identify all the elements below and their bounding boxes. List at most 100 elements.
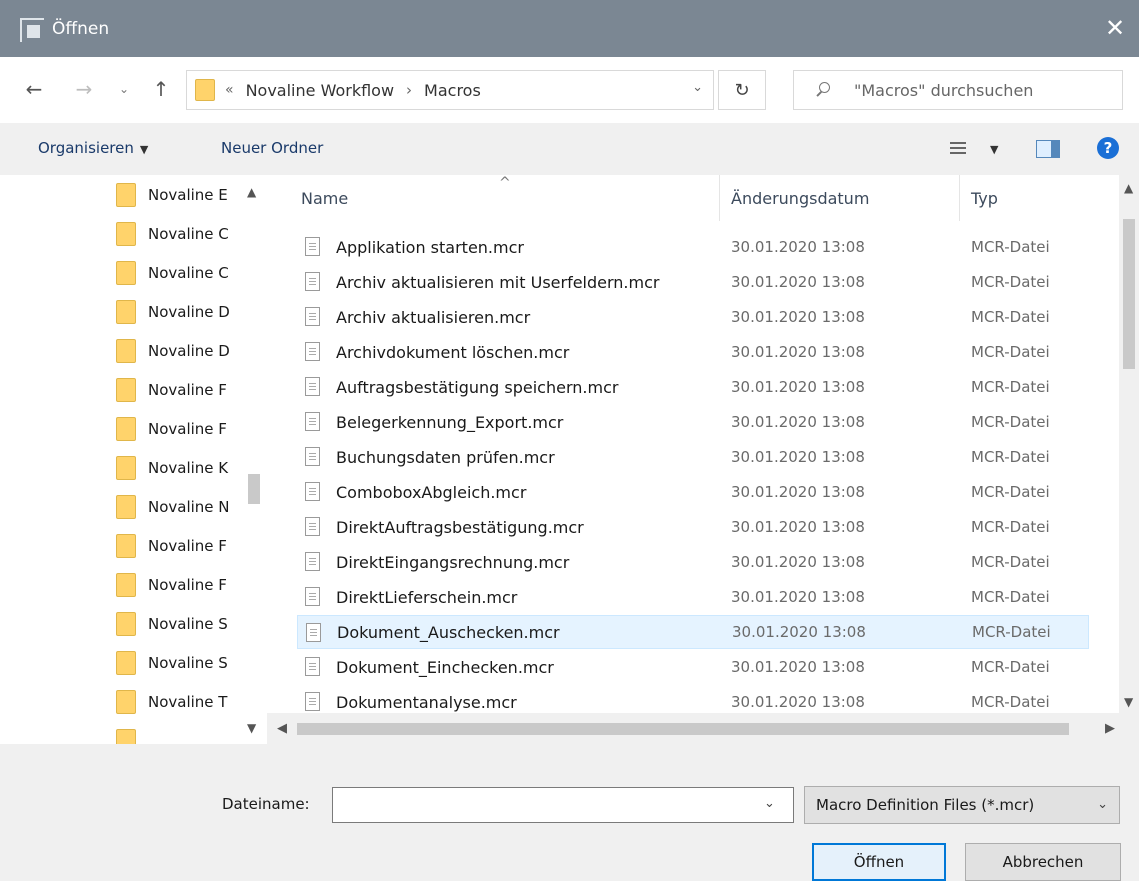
refresh-icon: ↻ [734,79,750,101]
file-row[interactable]: DirektLieferschein.mcr 30.01.2020 13:08 MC… [297,580,1089,614]
tree-item[interactable]: Novaline F [116,532,227,560]
scroll-down-icon[interactable]: ▼ [1124,695,1133,709]
arrow-left-icon: ← [25,77,43,101]
tree-item[interactable]: Novaline N [116,493,230,521]
tree-item[interactable]: Novaline T [116,688,227,716]
file-row[interactable]: Dokument_Einchecken.mcr 30.01.2020 13:08 M… [297,650,1089,684]
file-row[interactable]: Buchungsdaten prüfen.mcr 30.01.2020 13:08… [297,440,1089,474]
tree-item[interactable]: Novaline F [116,376,227,404]
view-dropdown-icon[interactable]: ▼ [990,143,998,156]
forward-button[interactable]: → [70,75,98,103]
open-button[interactable]: Öffnen [812,843,946,881]
file-name: DirektAuftragsbestätigung.mcr [336,517,584,537]
preview-pane-icon[interactable] [1036,140,1060,158]
sort-ascending-icon: ^ [499,175,511,191]
column-divider[interactable] [719,175,720,221]
column-header-row: ^ Name Änderungsdatum Typ [267,175,1139,221]
file-type: MCR-Datei [971,273,1050,291]
close-button[interactable]: ✕ [1099,12,1131,44]
tree-item[interactable]: Novaline F [116,571,227,599]
file-type: MCR-Datei [971,693,1050,711]
scroll-left-icon[interactable]: ◀ [277,721,287,736]
file-icon [305,587,320,606]
file-name: Belegerkennung_Export.mcr [336,412,564,432]
column-type[interactable]: Typ [971,189,998,208]
horizontal-scroll-thumb[interactable] [297,723,1069,735]
tree-item-label: Novaline C [148,225,229,243]
tree-item[interactable]: Novaline S [116,649,228,677]
tree-item-label: Novaline F [148,537,227,555]
cancel-button[interactable]: Abbrechen [965,843,1121,881]
file-icon [306,623,321,642]
file-icon [305,447,320,466]
file-row[interactable]: Archivdokument löschen.mcr 30.01.2020 13:… [297,335,1089,369]
file-icon [305,517,320,536]
dialog-footer: Dateiname: ⌄ Macro Definition Files (*.m… [0,744,1139,881]
filename-input[interactable] [332,787,794,823]
tree-item-partial[interactable] [116,727,148,744]
filename-label: Dateiname: [222,795,310,813]
address-bar[interactable]: « Novaline Workflow › Macros ⌄ [186,70,714,110]
tree-item[interactable]: Novaline C [116,220,229,248]
tree-item[interactable]: Novaline E [116,181,228,209]
file-row[interactable]: DirektEingangsrechnung.mcr 30.01.2020 13:… [297,545,1089,579]
file-row[interactable]: Belegerkennung_Export.mcr 30.01.2020 13:0… [297,405,1089,439]
file-date: 30.01.2020 13:08 [731,273,865,291]
file-row[interactable]: Archiv aktualisieren.mcr 30.01.2020 13:08… [297,300,1089,334]
file-name: Dokument_Auschecken.mcr [337,622,560,642]
vertical-scrollbar[interactable]: ▲ ▼ [1119,175,1139,713]
tree-item[interactable]: Novaline D [116,337,230,365]
column-divider[interactable] [959,175,960,221]
file-row[interactable]: DirektAuftragsbestätigung.mcr 30.01.2020 … [297,510,1089,544]
recent-locations-button[interactable]: ⌄ [115,75,133,103]
organize-menu[interactable]: Organisieren ▼ [38,139,148,157]
address-dropdown-icon[interactable]: ⌄ [692,80,703,95]
view-options-icon[interactable] [950,142,966,155]
folder-icon [116,261,136,285]
tree-item[interactable]: Novaline S [116,610,228,638]
horizontal-scrollbar[interactable]: ◀ ▶ [267,713,1139,744]
file-icon [305,552,320,571]
column-date[interactable]: Änderungsdatum [731,189,869,208]
tree-item[interactable]: Novaline F [116,415,227,443]
tree-item[interactable]: Novaline C [116,259,229,287]
help-icon[interactable]: ? [1097,137,1119,159]
scroll-right-icon[interactable]: ▶ [1105,721,1115,736]
tree-item[interactable]: Novaline K [116,454,228,482]
up-button[interactable]: ↑ [147,75,175,103]
breadcrumb-novaline-workflow[interactable]: Novaline Workflow [246,81,394,100]
tree-item-label: Novaline D [148,303,230,321]
chevron-down-icon: ⌄ [118,82,130,96]
scroll-up-icon[interactable]: ▲ [1124,181,1133,195]
file-name: Buchungsdaten prüfen.mcr [336,447,555,467]
file-row[interactable]: Dokument_Auschecken.mcr 30.01.2020 13:08 M… [297,615,1089,649]
column-name[interactable]: Name [301,189,348,208]
file-name: Archiv aktualisieren.mcr [336,307,531,327]
folder-icon [116,573,136,597]
navpane-scrollbar[interactable]: ▲ ▼ [242,175,267,744]
new-folder-button[interactable]: Neuer Ordner [221,139,323,157]
file-name: Auftragsbestätigung speichern.mcr [336,377,619,397]
file-date: 30.01.2020 13:08 [731,238,865,256]
filename-dropdown-icon[interactable]: ⌄ [764,796,775,811]
file-icon [305,692,320,711]
scroll-down-icon[interactable]: ▼ [247,721,256,735]
chevron-right-icon[interactable]: › [406,81,412,99]
file-icon [305,482,320,501]
breadcrumb-macros[interactable]: Macros [424,81,481,100]
folder-icon [116,651,136,675]
refresh-button[interactable]: ↻ [718,70,766,110]
file-name: Dokument_Einchecken.mcr [336,657,554,677]
file-row[interactable]: ComboboxAbgleich.mcr 30.01.2020 13:08 MCR-… [297,475,1089,509]
scroll-up-icon[interactable]: ▲ [247,185,256,199]
filetype-select[interactable]: Macro Definition Files (*.mcr) ⌄ [804,786,1120,824]
search-box[interactable]: "Macros" durchsuchen [793,70,1123,110]
tree-item[interactable]: Novaline D [116,298,230,326]
vertical-scroll-thumb[interactable] [1123,219,1135,369]
breadcrumb-overflow[interactable]: « [225,82,234,98]
back-button[interactable]: ← [20,75,48,103]
file-row[interactable]: Auftragsbestätigung speichern.mcr 30.01.2… [297,370,1089,404]
navpane-scroll-thumb[interactable] [248,474,260,504]
file-row[interactable]: Archiv aktualisieren mit Userfeldern.mcr… [297,265,1089,299]
file-row[interactable]: Applikation starten.mcr 30.01.2020 13:08 M… [297,230,1089,264]
